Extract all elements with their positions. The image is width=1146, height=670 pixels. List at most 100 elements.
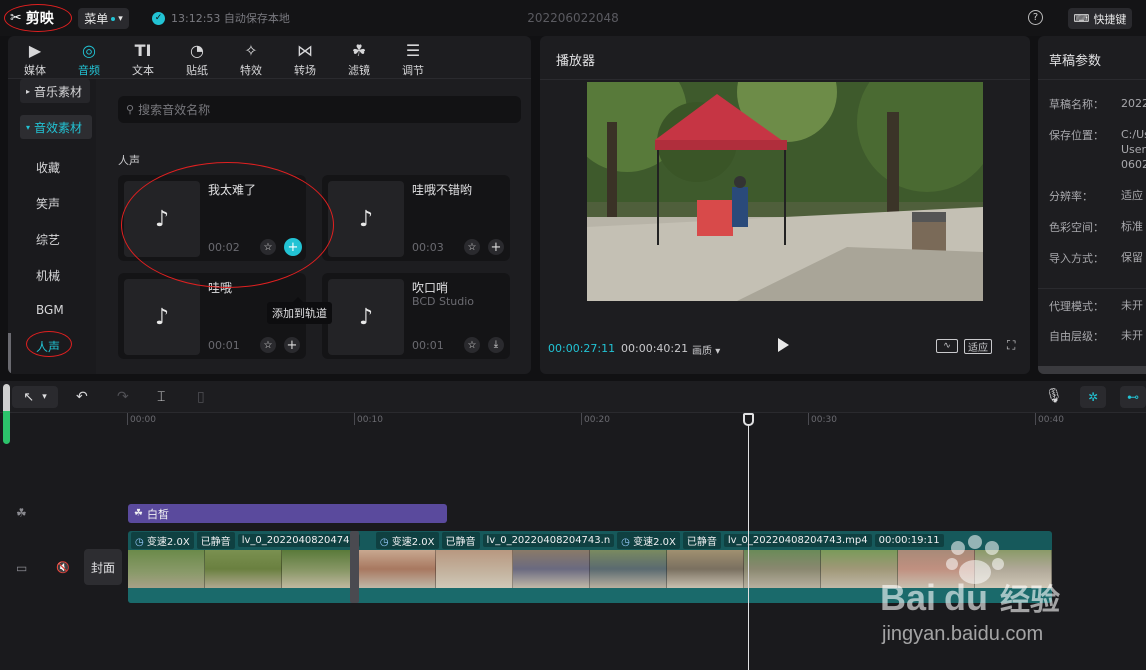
microphone-icon[interactable]: 🎙 xyxy=(1045,388,1063,404)
tab-filter[interactable]: ☘ 滤镜 xyxy=(332,36,386,78)
sidebar-sound-effects[interactable]: ▾ 音效素材 xyxy=(20,115,92,139)
sidebar-item-variety[interactable]: 综艺 xyxy=(36,231,60,248)
filter-clip[interactable]: ☘ 白皙 xyxy=(128,504,447,523)
player-panel: 播放器 00:00:27:11 00:00:40:21 画质 ▾ ∿ 适应 ⛶ xyxy=(540,36,1030,374)
video-track-icon: ▭ xyxy=(16,561,28,575)
tab-text[interactable]: TI 文本 xyxy=(116,36,170,78)
video-preview[interactable] xyxy=(587,82,983,301)
clip-filename: lv_0_20220408204743.n xyxy=(482,533,615,547)
tab-label: 文本 xyxy=(132,64,154,77)
tab-label: 音频 xyxy=(78,64,100,77)
speed-label: 变速2.0X xyxy=(391,536,435,548)
add-to-track-tooltip: 添加到轨道 xyxy=(267,297,332,324)
film-frame xyxy=(282,550,359,588)
sidebar-label: 音乐素材 xyxy=(34,84,83,99)
audio-icon: ◎ xyxy=(82,40,96,60)
quality-dropdown[interactable]: 画质 ▾ xyxy=(692,342,720,357)
tab-media[interactable]: ▶ 媒体 xyxy=(8,36,62,78)
delete-icon[interactable]: ▯ xyxy=(197,389,205,405)
clip-tags: ◷ 变速2.0X 已静音 lv_0_20220408204743 ◷ 变速2.0… xyxy=(128,531,1052,549)
help-circle-icon[interactable]: ? xyxy=(1028,10,1043,25)
sidebar-item-bgm[interactable]: BGM xyxy=(36,303,64,317)
add-to-track-button[interactable]: + xyxy=(284,337,300,353)
film-frame xyxy=(128,550,205,588)
download-icon[interactable]: ⤓ xyxy=(488,337,504,353)
prop-value: 适应 xyxy=(1121,189,1143,202)
search-input[interactable]: 搜索音效名称 xyxy=(138,101,210,118)
film-frame xyxy=(590,550,667,588)
props-divider xyxy=(1038,288,1146,289)
prop-value: 保留 xyxy=(1121,251,1143,264)
quality-label: 画质 xyxy=(692,346,712,357)
film-frame xyxy=(436,550,513,588)
caret-right-icon: ▸ xyxy=(26,86,31,96)
ruler-label: 00:00 xyxy=(130,415,156,425)
main-video-track[interactable]: ◷ 变速2.0X 已静音 lv_0_20220408204743 ◷ 变速2.0… xyxy=(128,531,1052,603)
play-icon[interactable] xyxy=(778,338,789,352)
prop-label: 分辨率： xyxy=(1049,190,1093,203)
props-divider-top xyxy=(1038,79,1146,80)
cover-button[interactable]: 封面 xyxy=(84,549,122,585)
annotation-circle-card xyxy=(121,162,334,288)
sfx-card[interactable]: ♪ 吹口哨 BCD Studio 00:01 ☆ ⤓ xyxy=(322,273,510,359)
total-time: 00:00:40:21 xyxy=(621,342,689,355)
film-frame xyxy=(821,550,898,588)
undo-icon[interactable]: ↶ xyxy=(76,389,88,405)
prop-value: 未开 xyxy=(1121,299,1143,312)
asset-panel: ▶ 媒体 ◎ 音频 TI 文本 ◔ 贴纸 ✧ 特效 ⋈ 转场 ☘ 滤镜 ☰ 调节 xyxy=(8,36,531,374)
link-icon[interactable]: ⊷ xyxy=(1120,386,1146,408)
split-icon[interactable]: ⌶ xyxy=(157,389,165,405)
fit-button[interactable]: 适应 xyxy=(964,339,992,354)
speed-icon: ◷ xyxy=(135,536,144,548)
sidebar-item-favorites[interactable]: 收藏 xyxy=(36,159,60,176)
speed-icon: ◷ xyxy=(621,536,630,548)
props-scrollbar[interactable] xyxy=(1038,366,1146,374)
filter-icon: ☘ xyxy=(134,508,143,519)
chevron-down-icon: ▾ xyxy=(42,392,47,402)
menu-label: 菜单 xyxy=(84,12,109,26)
tab-sticker[interactable]: ◔ 贴纸 xyxy=(170,36,224,78)
tab-label: 转场 xyxy=(294,64,316,77)
tab-effect[interactable]: ✧ 特效 xyxy=(224,36,278,78)
tab-adjust[interactable]: ☰ 调节 xyxy=(386,36,440,78)
autosave-status: ✓ 13:12:53 自动保存本地 xyxy=(152,10,290,26)
sfx-card[interactable]: ♪ 哇哦不错哟 00:03 ☆ + xyxy=(322,175,510,261)
sidebar-item-laugh[interactable]: 笑声 xyxy=(36,195,60,212)
clip-split-handle[interactable] xyxy=(350,531,359,603)
mute-icon[interactable]: 🔇 xyxy=(56,561,70,574)
prop-label: 代理模式： xyxy=(1049,300,1104,313)
prop-label: 导入方式： xyxy=(1049,252,1104,265)
magnet-snap-icon[interactable]: ✲ xyxy=(1080,386,1106,408)
select-tool-button[interactable]: ↖ ▾ xyxy=(12,386,58,408)
star-icon[interactable]: ☆ xyxy=(260,337,276,353)
sidebar-scrollbar[interactable] xyxy=(8,333,11,373)
playhead-handle[interactable] xyxy=(743,413,754,426)
ruler-label: 00:20 xyxy=(584,415,610,425)
sfx-search-box[interactable]: ⚲ 搜索音效名称 xyxy=(118,96,521,123)
tab-label: 贴纸 xyxy=(186,64,208,77)
speed-label: 变速2.0X xyxy=(146,536,190,548)
mute-tag: 已静音 xyxy=(441,531,480,549)
add-to-track-button[interactable]: + xyxy=(488,239,504,255)
adjust-icon: ☰ xyxy=(405,40,421,60)
clip-duration: 00:00:19:11 xyxy=(874,533,944,547)
menu-button[interactable]: 菜单 ▾ xyxy=(78,8,129,29)
sidebar-item-mechanical[interactable]: 机械 xyxy=(36,267,60,284)
sidebar-music-library[interactable]: ▸ 音乐素材 xyxy=(20,79,90,103)
sidebar-label: 音效素材 xyxy=(34,120,83,135)
fullscreen-icon[interactable]: ⛶ xyxy=(1007,338,1021,352)
section-title: 人声 xyxy=(118,154,140,167)
speed-icon: ◷ xyxy=(379,536,389,548)
star-icon[interactable]: ☆ xyxy=(464,337,480,353)
prop-value: 标准 xyxy=(1121,220,1143,233)
tab-transition[interactable]: ⋈ 转场 xyxy=(278,36,332,78)
tab-audio[interactable]: ◎ 音频 xyxy=(62,36,116,78)
player-divider xyxy=(540,79,1030,80)
film-frame xyxy=(898,550,975,588)
waveform-icon[interactable]: ∿ xyxy=(936,339,958,353)
shortcuts-button[interactable]: ⌨ 快捷键 xyxy=(1068,8,1132,29)
sfx-artist: BCD Studio xyxy=(412,295,475,308)
star-icon[interactable]: ☆ xyxy=(464,239,480,255)
redo-icon[interactable]: ↷ xyxy=(117,389,129,405)
ruler-label: 00:40 xyxy=(1038,415,1064,425)
